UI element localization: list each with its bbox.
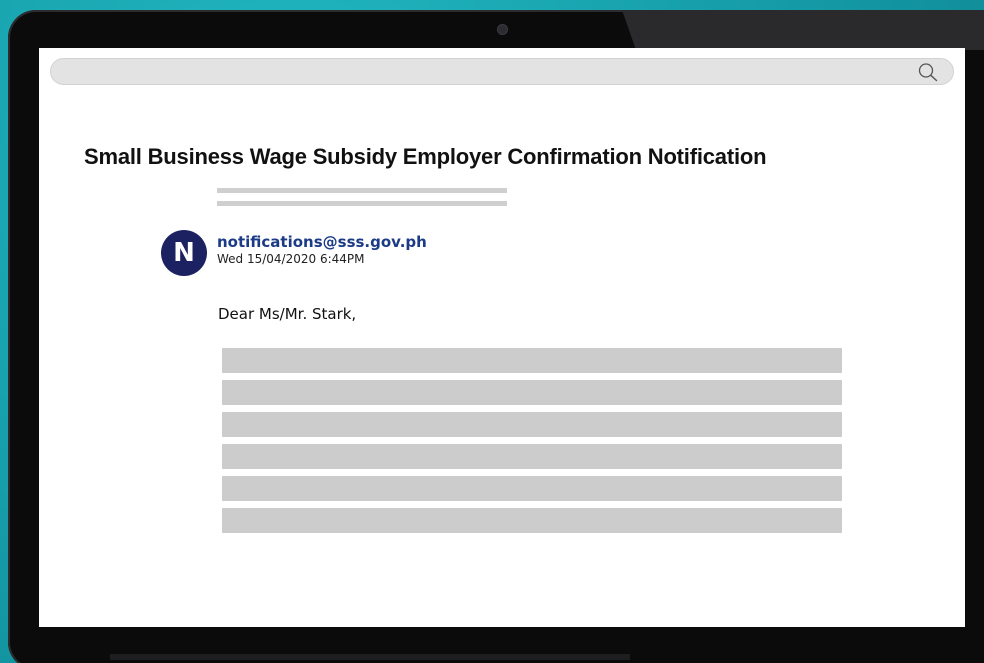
search-bar[interactable] (50, 58, 954, 85)
email-timestamp: Wed 15/04/2020 6:44PM (217, 252, 365, 266)
email-body-placeholder (222, 348, 842, 540)
tablet-bezel-glare (622, 10, 984, 50)
subject-placeholder-line (217, 201, 507, 206)
background-scene: Small Business Wage Subsidy Employer Con… (0, 0, 984, 663)
search-icon[interactable] (917, 62, 939, 82)
body-placeholder-line (222, 380, 842, 405)
body-placeholder-line (222, 412, 842, 437)
tablet-screen: Small Business Wage Subsidy Employer Con… (39, 48, 965, 627)
sender-email[interactable]: notifications@sss.gov.ph (217, 233, 427, 251)
front-camera (498, 25, 507, 34)
email-greeting: Dear Ms/Mr. Stark, (218, 305, 357, 323)
email-subject: Small Business Wage Subsidy Employer Con… (84, 144, 767, 169)
sender-avatar: N (161, 230, 207, 276)
subject-placeholder-line (217, 188, 507, 193)
body-placeholder-line (222, 444, 842, 469)
body-placeholder-line (222, 476, 842, 501)
body-placeholder-line (222, 348, 842, 373)
body-placeholder-line (222, 508, 842, 533)
tablet-bottom-edge (110, 654, 630, 660)
